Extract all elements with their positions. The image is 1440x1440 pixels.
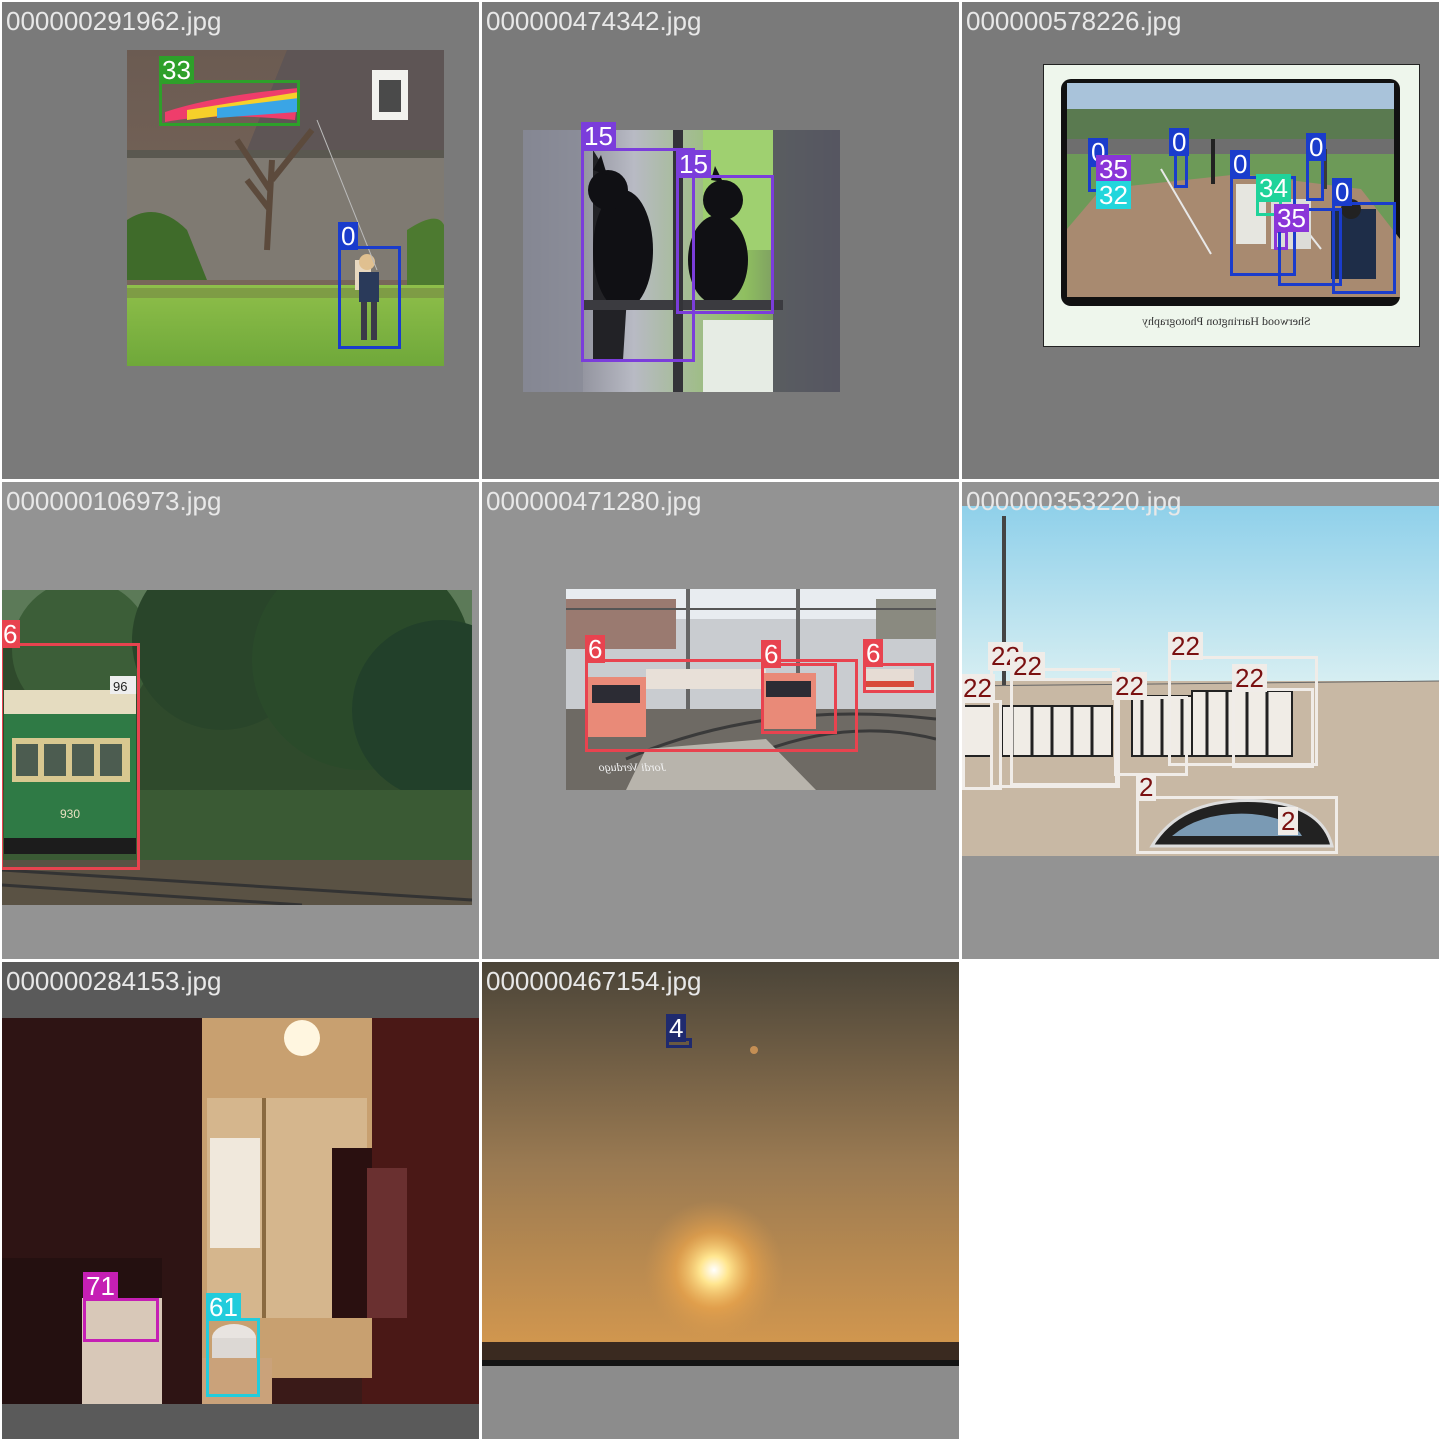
image-tile: 000000284153.jpg 71 61 (2, 962, 479, 1439)
image-tile: 000000353220.jpg 22 22 22 22 22 22 2 2 (962, 482, 1439, 959)
detection-box (2, 643, 140, 870)
detection-label: 0 (338, 222, 359, 250)
detection-label: 15 (581, 122, 616, 150)
image-tile: Sherwood Harrington Photography 00000057… (962, 2, 1439, 479)
detection-label: 6 (2, 620, 21, 648)
detection-box (962, 700, 1002, 790)
image-tile: 000000467154.jpg 4 (482, 962, 959, 1439)
filename-label: 000000467154.jpg (486, 966, 702, 996)
detection-label: 22 (1232, 664, 1267, 692)
detection-label: 22 (1168, 632, 1203, 660)
detection-label: 2 (1136, 773, 1157, 801)
detection-label: 15 (676, 150, 711, 178)
detection-mosaic: 000000291962.jpg 33 0 000000474342.jpg 1… (0, 0, 1440, 1440)
image-tile: 96 930 000000106973.jpg 6 (2, 482, 479, 959)
detection-box (83, 1298, 159, 1342)
detection-label: 2 (1278, 807, 1299, 835)
detection-box (761, 663, 837, 734)
photo-sunset (482, 962, 959, 1366)
detection-label: 4 (666, 1014, 687, 1042)
filename-label: 000000284153.jpg (6, 966, 222, 996)
detection-box (206, 1318, 260, 1397)
detection-label: 35 (1096, 155, 1131, 183)
detection-box (1010, 678, 1118, 786)
detection-label: 0 (1169, 128, 1190, 156)
detection-label: 22 (962, 674, 995, 702)
detection-label: 61 (206, 1293, 241, 1321)
filename-label: 000000474342.jpg (486, 6, 702, 36)
detection-label: 34 (1256, 174, 1291, 202)
filename-label: 000000291962.jpg (6, 6, 222, 36)
detection-box (1174, 152, 1188, 188)
image-tile: 000000474342.jpg 15 15 (482, 2, 959, 479)
svg-text:Jordi Verdugo: Jordi Verdugo (599, 760, 666, 774)
image-tile: Jordi Verdugo 000000471280.jpg 6 6 6 (482, 482, 959, 959)
detection-label: 71 (83, 1272, 118, 1300)
detection-box (1306, 157, 1324, 201)
filename-label: 000000578226.jpg (966, 6, 1182, 36)
detection-label: 32 (1096, 181, 1131, 209)
filename-label: 000000106973.jpg (6, 486, 222, 516)
detection-label: 0 (1230, 150, 1251, 178)
detection-label: 6 (585, 635, 606, 663)
detection-box (676, 175, 774, 314)
detection-label: 6 (863, 639, 884, 667)
detection-label: 33 (159, 56, 194, 84)
print-caption: Sherwood Harrington Photography (1142, 314, 1311, 328)
detection-label: 0 (1306, 133, 1327, 161)
image-tile: 000000291962.jpg 33 0 (2, 2, 479, 479)
detection-box (1136, 796, 1338, 854)
filename-label: 000000353220.jpg (966, 486, 1182, 516)
detection-box (1232, 688, 1314, 768)
detection-label: 35 (1274, 204, 1309, 232)
detection-box (159, 80, 300, 126)
detection-box (338, 246, 401, 349)
filename-label: 000000471280.jpg (486, 486, 702, 516)
detection-label: 6 (761, 640, 782, 668)
detection-label: 0 (1332, 178, 1353, 206)
detection-label: 22 (1010, 652, 1045, 680)
detection-label: 22 (1112, 672, 1147, 700)
